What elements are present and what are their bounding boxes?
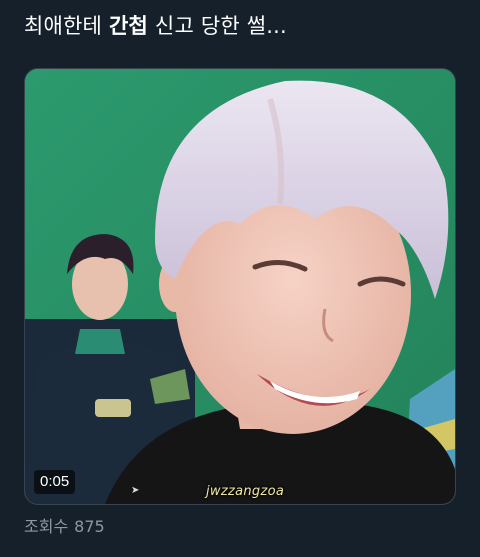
view-count-value: 875 xyxy=(74,517,105,536)
video-watermark: jwzzangzoa xyxy=(206,484,285,499)
tweet-text: 최애한테 간첩 신고 당한 썰... xyxy=(24,12,287,40)
tweet-text-part1: 최애한테 xyxy=(24,14,103,38)
mouse-pointer-icon: ➤ xyxy=(131,485,140,496)
video-player[interactable] xyxy=(24,68,456,505)
tweet-view: 최애한테 간첩 신고 당한 썰... 0:05 ➤ jwzzangzoa 조회수… xyxy=(0,0,480,557)
video-frame xyxy=(25,69,455,504)
tweet-text-part2: 신고 당한 썰... xyxy=(154,14,287,38)
view-count-label: 조회수 xyxy=(24,517,69,536)
video-duration: 0:05 xyxy=(34,470,76,494)
view-count: 조회수 875 xyxy=(24,516,111,538)
tweet-text-bold: 간첩 xyxy=(108,14,149,38)
